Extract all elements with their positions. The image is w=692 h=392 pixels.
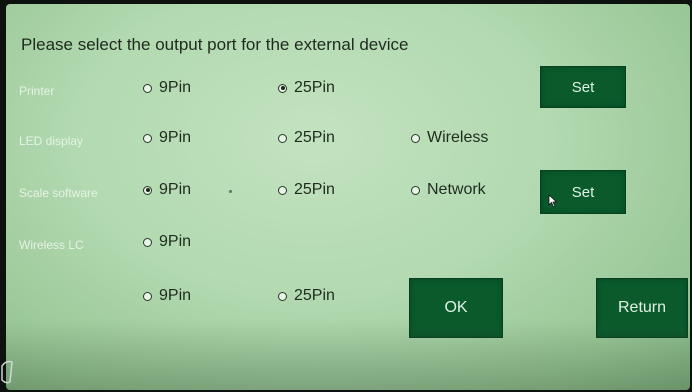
option-label: 25Pin [294, 181, 335, 198]
option-label: Wireless [427, 129, 489, 146]
row-label-scale-software: Scale software [19, 186, 98, 200]
led-wireless-radio[interactable]: Wireless [411, 129, 488, 147]
scale-9pin-radio[interactable]: 9Pin [143, 181, 191, 199]
option-label: 9Pin [159, 79, 192, 96]
option-label: 9Pin [159, 181, 192, 198]
radio-indicator [143, 83, 152, 93]
extra-25pin-radio[interactable]: 25Pin [278, 287, 335, 305]
led-25pin-radio[interactable]: 25Pin [278, 129, 335, 147]
bezel-reflection [1, 360, 13, 384]
printer-9pin-radio[interactable]: 9Pin [143, 79, 191, 97]
option-label: Network [427, 181, 486, 198]
option-label: 9Pin [159, 129, 192, 146]
led-9pin-radio[interactable]: 9Pin [143, 129, 191, 147]
option-label: 9Pin [159, 233, 192, 250]
radio-indicator [278, 133, 287, 143]
scale-network-radio[interactable]: Network [411, 181, 486, 199]
radio-indicator-selected [278, 83, 287, 93]
page-title: Please select the output port for the ex… [21, 35, 409, 54]
option-label: 25Pin [294, 79, 335, 96]
radio-indicator [143, 291, 152, 301]
device-screen: Please select the output port for the ex… [6, 4, 690, 390]
option-label: 25Pin [294, 287, 335, 304]
row-label-printer: Printer [19, 84, 55, 98]
wireless-lc-9pin-radio[interactable]: 9Pin [143, 233, 191, 251]
option-label: 9Pin [159, 287, 192, 304]
option-label: 25Pin [294, 129, 335, 146]
radio-indicator [143, 133, 152, 143]
radio-indicator [278, 185, 287, 195]
radio-indicator [411, 185, 420, 195]
row-label-wireless-lc: Wireless LC [19, 238, 84, 252]
extra-9pin-radio[interactable]: 9Pin [143, 287, 191, 305]
mouse-pointer-icon [548, 194, 558, 208]
row-label-led-display: LED display [19, 134, 84, 148]
ok-button[interactable]: OK [409, 278, 503, 338]
radio-indicator-selected [143, 185, 152, 195]
scale-25pin-radio[interactable]: 25Pin [278, 181, 335, 199]
screen-speck [229, 190, 232, 193]
printer-25pin-radio[interactable]: 25Pin [278, 79, 335, 97]
radio-indicator [278, 291, 287, 301]
printer-set-button[interactable]: Set [540, 66, 626, 108]
return-button[interactable]: Return [596, 278, 688, 338]
radio-indicator [411, 133, 420, 143]
radio-indicator [143, 237, 152, 247]
